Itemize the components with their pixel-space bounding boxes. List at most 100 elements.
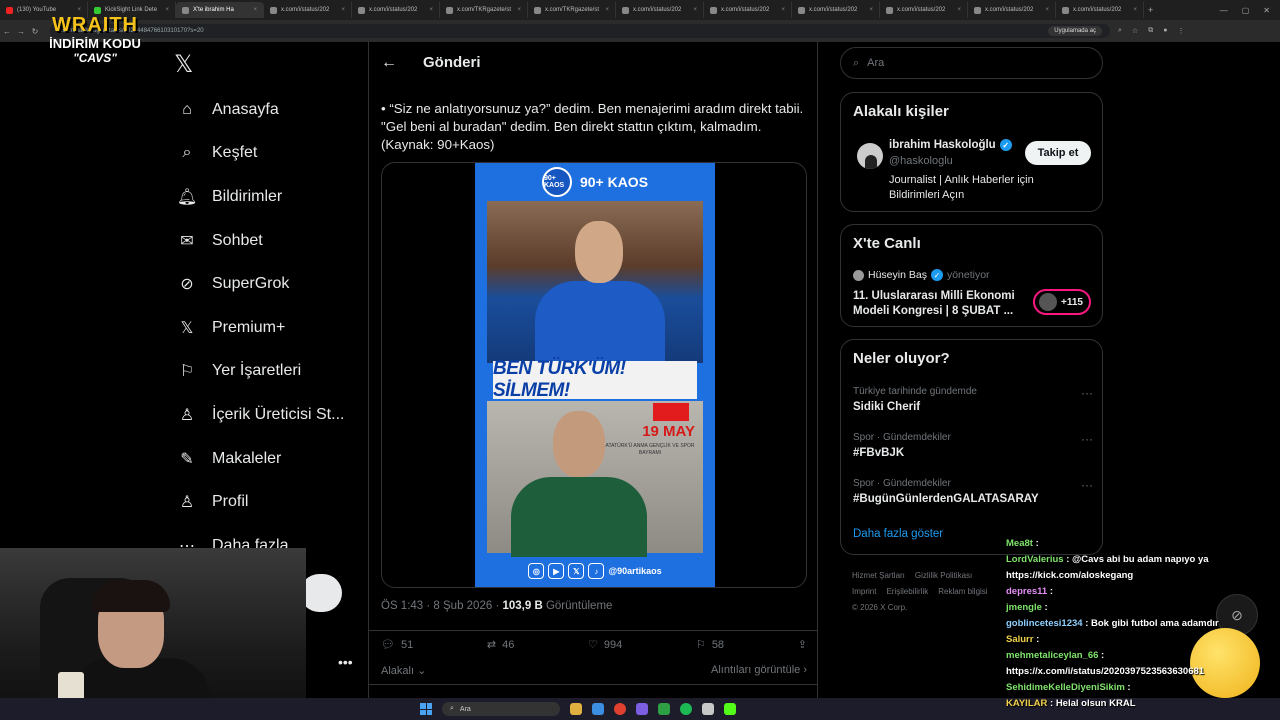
maximize-icon[interactable]: ▢ (1242, 6, 1250, 15)
close-tab-icon[interactable]: × (77, 7, 81, 13)
nav-item[interactable]: ⌂ Anasayfa (170, 88, 360, 132)
avatar[interactable] (857, 143, 883, 169)
discord-icon[interactable] (636, 703, 648, 715)
nav-item[interactable]: ♙ İçerik Üreticisi St... (170, 393, 360, 437)
chat-text: Bok gibi futbol ama adamdır (1091, 618, 1219, 629)
footer-link[interactable]: Erişilebilirlik (886, 587, 928, 596)
profile-avatar-icon[interactable]: ● (1163, 27, 1167, 35)
browser-tab[interactable]: x.com/i/status/202 × (352, 2, 440, 18)
close-tab-icon[interactable]: × (605, 7, 609, 13)
browser-tab[interactable]: x.com/i/status/202 × (704, 2, 792, 18)
live-join-button[interactable]: +115 (1033, 289, 1091, 315)
browser-tab[interactable]: x.com/i/status/202 × (792, 2, 880, 18)
browser-tab[interactable]: x.com/TKRgazete/st × (528, 2, 616, 18)
extensions-icon[interactable]: ⧉ (1148, 27, 1153, 35)
close-tab-icon[interactable]: × (1045, 7, 1049, 13)
follow-button[interactable]: Takip et (1025, 141, 1091, 165)
browser-tab[interactable]: x.com/i/status/202 × (880, 2, 968, 18)
edge-icon[interactable] (592, 703, 604, 715)
browser-tab[interactable]: X'te ibrahim Ha × (176, 2, 264, 18)
spotify-icon[interactable] (680, 703, 692, 715)
show-more-link[interactable]: Daha fazla göster (853, 528, 943, 540)
trend-item[interactable]: Spor · Gündemdekiler #FBvBJK ··· (853, 432, 1093, 459)
nav-item[interactable]: ✎ Makaleler (170, 437, 360, 481)
tab-label: x.com/i/status/202 (809, 7, 858, 13)
page-title: Gönderi (423, 54, 481, 71)
close-window-icon[interactable]: ✕ (1263, 6, 1270, 15)
obs-icon[interactable] (702, 703, 714, 715)
listener-count: +115 (1061, 296, 1083, 308)
like-button[interactable]: ♡ 994 (588, 638, 622, 652)
trend-name: #BugünGünlerdenGALATASARAY (853, 493, 1039, 505)
new-tab-button[interactable]: + (1148, 5, 1153, 15)
menu-icon[interactable]: ⋮ (1177, 27, 1184, 35)
forward-nav-icon[interactable]: → (14, 27, 28, 36)
bookmark-button[interactable]: ⚐ 58 (696, 638, 724, 652)
post-button[interactable] (300, 574, 342, 612)
open-in-app-button[interactable]: Uygulamada aç (1048, 26, 1102, 36)
url-field[interactable]: x.com/haskologlu/status/2020448476610310… (50, 24, 1110, 38)
kick-icon[interactable] (724, 703, 736, 715)
zoom-icon[interactable]: ⌕ (1118, 27, 1122, 35)
close-tab-icon[interactable]: × (957, 7, 961, 13)
browser-tab[interactable]: x.com/i/status/202 × (616, 2, 704, 18)
more-options-icon[interactable]: ··· (1081, 432, 1093, 446)
post-time[interactable]: ÖS 1:43 · 8 Şub 2026 · (381, 600, 502, 612)
close-tab-icon[interactable]: × (341, 7, 345, 13)
chat-message: depres11 : (1006, 584, 1276, 600)
browser-tab[interactable]: x.com/i/status/202 × (1056, 2, 1144, 18)
app-icon[interactable] (658, 703, 670, 715)
browser-tab[interactable]: x.com/i/status/202 × (264, 2, 352, 18)
close-tab-icon[interactable]: × (517, 7, 521, 13)
repost-button[interactable]: ⇄ 46 (487, 638, 514, 652)
trend-item[interactable]: Spor · Gündemdekiler #BugünGünlerdenGALA… (853, 478, 1093, 505)
view-quotes-link[interactable]: Alıntıları görüntüle › (711, 664, 807, 677)
close-tab-icon[interactable]: × (165, 7, 169, 13)
close-tab-icon[interactable]: × (693, 7, 697, 13)
footer-link[interactable]: Gizlilik Politikası (915, 571, 972, 580)
account-more-icon[interactable]: ••• (338, 654, 353, 670)
person-name[interactable]: ibrahim Haskoloğlu ✓ (889, 139, 1012, 151)
browser-tab[interactable]: x.com/i/status/202 × (968, 2, 1056, 18)
taskbar-search-placeholder: Ara (459, 705, 471, 713)
chat-username: Mea8t (1006, 538, 1033, 549)
nav-item[interactable]: 🔔︎ Bildirimler (170, 175, 360, 219)
person-handle: @haskologlu (889, 155, 953, 167)
nav-item[interactable]: ♙ Profil (170, 480, 360, 524)
browser-tab[interactable]: x.com/TKRgazete/st × (440, 2, 528, 18)
sort-dropdown[interactable]: Alakalı ⌄ (381, 664, 426, 677)
chrome-icon[interactable] (614, 703, 626, 715)
share-button[interactable]: ⇪ (798, 638, 807, 651)
footer-link[interactable]: Imprint (852, 587, 876, 596)
chat-separator: : (1124, 682, 1131, 693)
live-card[interactable]: X'te Canlı Hüseyin Baş ✓ yönetiyor 11. U… (840, 224, 1103, 327)
chat-separator: : (1033, 634, 1040, 645)
nav-item[interactable]: ⊘ SuperGrok (170, 262, 360, 306)
footer-link[interactable]: Hizmet Şartları (852, 571, 905, 580)
taskbar-search[interactable]: ⌕ Ara (442, 702, 560, 716)
star-icon[interactable]: ☆ (1132, 27, 1138, 35)
nav-item[interactable]: ⌕ Keşfet (170, 132, 360, 176)
trend-item[interactable]: Türkiye tarihinde gündemde Sidiki Cherif… (853, 386, 1093, 413)
more-options-icon[interactable]: ··· (1081, 386, 1093, 400)
close-tab-icon[interactable]: × (429, 7, 433, 13)
footer-link[interactable]: Reklam bilgisi (938, 587, 987, 596)
minimize-icon[interactable]: — (1220, 6, 1228, 15)
windows-start-icon[interactable] (420, 703, 432, 715)
back-nav-icon[interactable]: ← (0, 27, 14, 36)
nav-item[interactable]: ✉ Sohbet (170, 219, 360, 263)
search-input[interactable]: ⌕ Ara (840, 47, 1103, 79)
close-tab-icon[interactable]: × (253, 7, 257, 13)
close-tab-icon[interactable]: × (781, 7, 785, 13)
close-tab-icon[interactable]: × (1133, 7, 1137, 13)
nav-item[interactable]: 𝕏 Premium+ (170, 306, 360, 350)
image-photo-top (487, 201, 703, 371)
file-explorer-icon[interactable] (570, 703, 582, 715)
reply-button[interactable]: 💬︎ 51 (381, 638, 413, 652)
more-options-icon[interactable]: ··· (1081, 478, 1093, 492)
post-media[interactable]: 90+ KAOS 90+ KAOS BEN TÜRK'ÜM! SİLMEM! 1… (381, 162, 807, 588)
nav-item[interactable]: ⚐ Yer İşaretleri (170, 350, 360, 394)
close-tab-icon[interactable]: × (869, 7, 873, 13)
back-arrow-icon[interactable]: ← (381, 54, 397, 72)
x-logo-icon[interactable]: 𝕏 (174, 50, 200, 78)
